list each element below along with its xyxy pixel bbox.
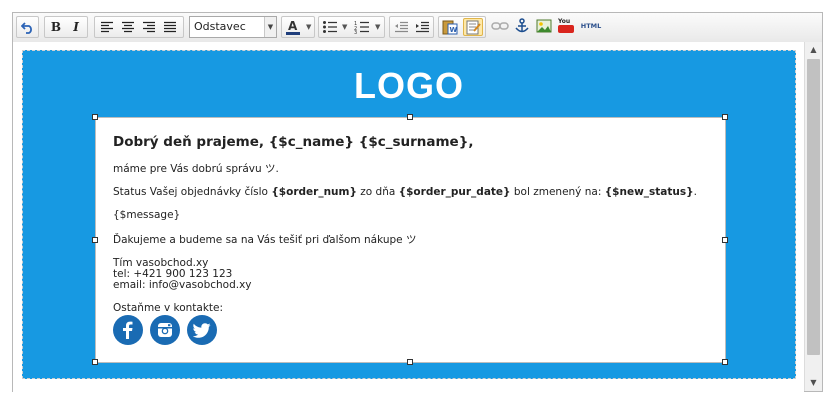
- align-group: [94, 16, 184, 38]
- font-color-dropdown-icon[interactable]: ▼: [306, 23, 311, 31]
- order-num-var: {$order_num}: [271, 186, 357, 198]
- align-center-icon: [122, 21, 134, 33]
- align-right-icon: [143, 21, 155, 33]
- social-icons: [113, 315, 217, 345]
- status-text-part: bol zmenený na:: [510, 186, 605, 198]
- align-left-button[interactable]: [97, 18, 117, 36]
- svg-text:3: 3: [354, 30, 357, 34]
- numbered-list-button[interactable]: 123: [352, 18, 372, 36]
- anchor-button[interactable]: [512, 17, 532, 35]
- message-var: {$message}: [113, 209, 181, 221]
- numbered-list-icon: 123: [354, 21, 369, 34]
- indent-icon: [415, 21, 429, 32]
- email-header-block: LOGO Dobrý deň prajeme, {$c_name} {$c_su…: [22, 50, 796, 379]
- youtube-label: You: [558, 18, 571, 25]
- order-date-var: {$order_pur_date}: [398, 186, 511, 198]
- bold-button[interactable]: B: [46, 18, 66, 36]
- link-button[interactable]: [490, 17, 510, 35]
- align-center-button[interactable]: [118, 18, 138, 36]
- intro-text: máme pre Vás dobrú správu ツ.: [113, 163, 279, 175]
- anchor-icon: [515, 18, 529, 33]
- image-icon: [536, 19, 552, 33]
- status-text: Status Vašej objednávky číslo {$order_nu…: [113, 186, 697, 198]
- align-justify-icon: [164, 21, 176, 33]
- indent-button[interactable]: [412, 18, 432, 36]
- resize-handle[interactable]: [722, 359, 728, 365]
- resize-handle[interactable]: [407, 114, 413, 120]
- indent-group: [389, 16, 434, 38]
- twitter-icon[interactable]: [187, 315, 217, 345]
- font-color-button[interactable]: A: [283, 18, 303, 36]
- editor-content-area[interactable]: LOGO Dobrý deň prajeme, {$c_name} {$c_su…: [13, 42, 804, 392]
- align-right-button[interactable]: [139, 18, 159, 36]
- email-body-card[interactable]: Dobrý deň prajeme, {$c_name} {$c_surname…: [95, 117, 726, 363]
- paste-word-icon: W: [442, 20, 458, 35]
- html-source-button[interactable]: HTML: [578, 17, 604, 35]
- status-text-part: zo dňa: [356, 186, 399, 198]
- resize-handle[interactable]: [92, 359, 98, 365]
- link-icon: [491, 22, 509, 30]
- insert-group: You HTML: [489, 16, 604, 38]
- paste-text-icon: [466, 20, 481, 35]
- undo-group: [16, 16, 39, 38]
- resize-handle[interactable]: [92, 114, 98, 120]
- signature-email: email: info@vasobchod.xy: [113, 279, 252, 291]
- undo-icon: [21, 22, 32, 34]
- resize-handle[interactable]: [407, 359, 413, 365]
- paste-group: W: [438, 16, 486, 38]
- align-justify-button[interactable]: [160, 18, 180, 36]
- bullet-list-button[interactable]: [320, 18, 340, 36]
- scrollbar-thumb[interactable]: [807, 59, 820, 355]
- youtube-icon: You: [558, 18, 574, 34]
- scroll-down-icon[interactable]: ▼: [805, 375, 822, 391]
- contact-label: Ostaňme v kontakte:: [113, 302, 224, 314]
- wysiwyg-editor: B I Odstavec ▼ A ▼ ▼ 1 2 3 ▼ W You HTML …: [12, 12, 823, 392]
- youtube-button[interactable]: You: [556, 17, 576, 35]
- scroll-up-icon[interactable]: ▲: [805, 42, 822, 58]
- resize-handle[interactable]: [92, 237, 98, 243]
- resize-handle[interactable]: [722, 114, 728, 120]
- image-button[interactable]: [534, 17, 554, 35]
- outdent-button[interactable]: [391, 18, 411, 36]
- svg-text:W: W: [450, 26, 458, 34]
- vertical-scrollbar[interactable]: ▲ ▼: [804, 42, 822, 391]
- facebook-icon[interactable]: [113, 315, 143, 345]
- status-text-part: Status Vašej objednávky číslo: [113, 186, 272, 198]
- text-style-group: B I: [44, 16, 88, 38]
- outdent-icon: [394, 21, 408, 32]
- chevron-down-icon: ▼: [264, 17, 276, 37]
- greeting-heading: Dobrý deň prajeme, {$c_name} {$c_surname…: [113, 134, 474, 150]
- align-left-icon: [101, 21, 113, 33]
- font-color-icon: A: [286, 19, 300, 35]
- italic-button[interactable]: I: [66, 18, 86, 36]
- format-select-value: Odstavec: [194, 20, 246, 33]
- instagram-icon[interactable]: [150, 315, 180, 345]
- paste-word-button[interactable]: W: [440, 18, 460, 36]
- paste-text-button[interactable]: [463, 18, 483, 36]
- logo: LOGO: [354, 65, 464, 106]
- undo-button[interactable]: [18, 18, 38, 36]
- font-color-group: A ▼: [281, 16, 315, 38]
- numbered-list-dropdown-icon[interactable]: ▼: [375, 23, 380, 31]
- status-text-part: .: [693, 186, 697, 198]
- resize-handle[interactable]: [722, 237, 728, 243]
- list-group: ▼ 123 ▼: [318, 16, 385, 38]
- bullet-list-icon: [323, 21, 337, 33]
- new-status-var: {$new_status}: [604, 186, 694, 198]
- bullet-list-dropdown-icon[interactable]: ▼: [342, 23, 347, 31]
- editor-toolbar: B I Odstavec ▼ A ▼ ▼ 1 2 3 ▼ W You HTML: [13, 13, 822, 43]
- svg-text:A: A: [288, 19, 298, 33]
- html-source-label: HTML: [580, 22, 602, 30]
- thanks-text: Ďakujeme a budeme sa na Vás tešiť pri ďa…: [113, 234, 417, 246]
- format-select[interactable]: Odstavec ▼: [189, 16, 277, 38]
